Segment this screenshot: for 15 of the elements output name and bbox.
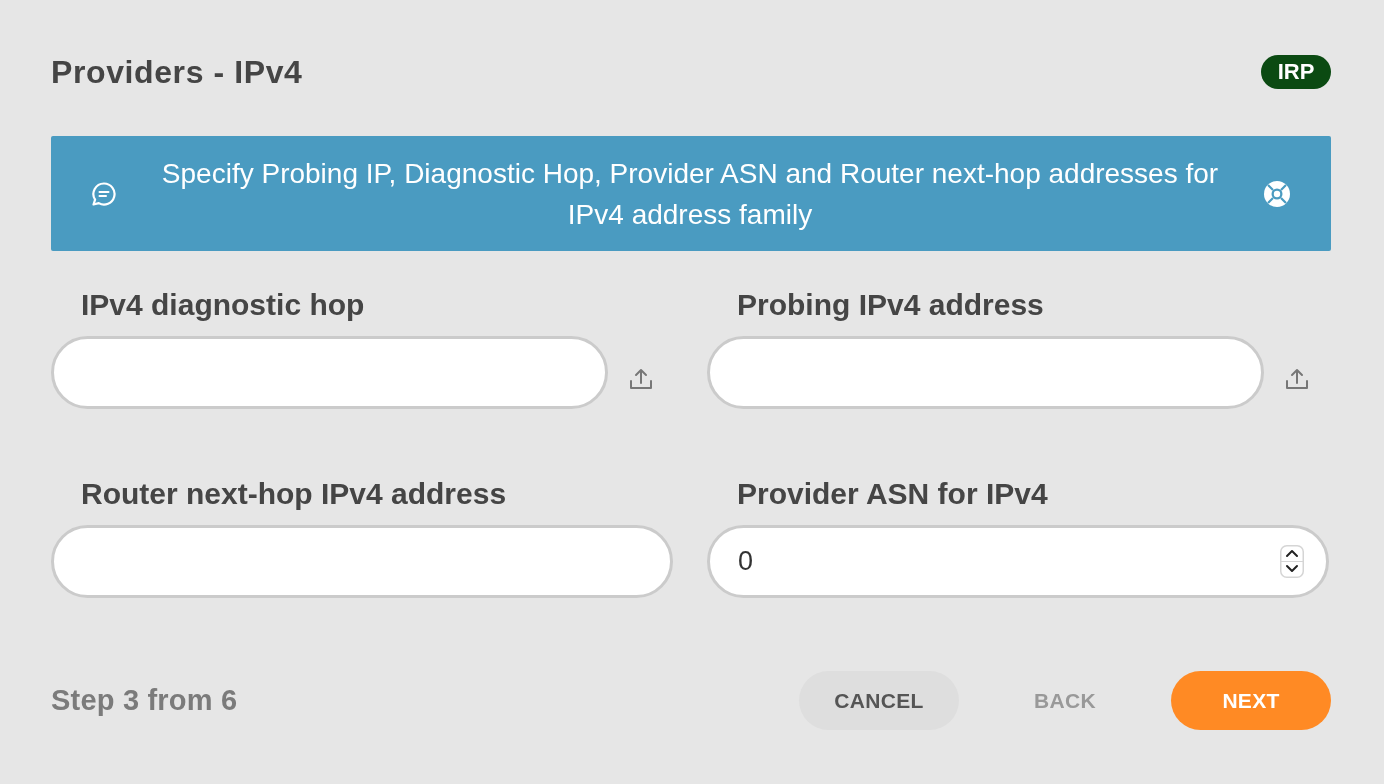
badge: IRP bbox=[1261, 55, 1331, 89]
chat-icon bbox=[91, 180, 117, 207]
field-label: IPv4 diagnostic hop bbox=[80, 287, 366, 323]
banner-text: Specify Probing IP, Diagnostic Hop, Provider ASN and Router next-hop addresses for IPv4 address family bbox=[160, 156, 1220, 232]
lifebuoy-icon[interactable] bbox=[1263, 179, 1291, 208]
number-field[interactable]: 0 bbox=[707, 525, 1329, 598]
upload-icon[interactable] bbox=[1284, 366, 1309, 391]
dialog-button[interactable]: CANCEL bbox=[799, 671, 959, 730]
upload-icon[interactable] bbox=[628, 366, 653, 391]
field-label: Provider ASN for IPv4 bbox=[736, 476, 1049, 512]
field-label: Router next-hop IPv4 address bbox=[80, 476, 508, 512]
field-label: Probing IPv4 address bbox=[736, 287, 1045, 323]
stepper-icon[interactable] bbox=[1280, 545, 1304, 578]
dialog-title: Providers - IPv4 bbox=[51, 54, 303, 90]
step-indicator: Step 3 from 6 bbox=[51, 684, 238, 717]
